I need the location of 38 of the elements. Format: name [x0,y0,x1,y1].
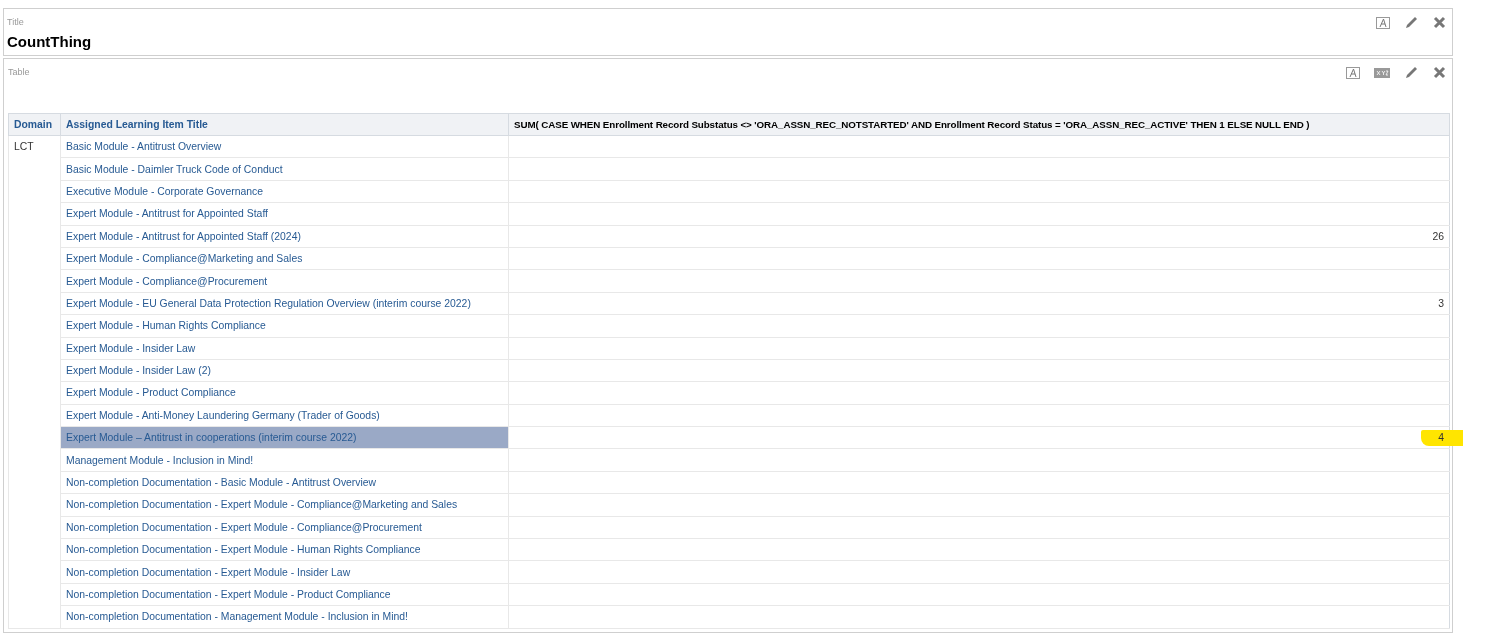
table-cell[interactable]: Expert Module - Product Compliance [60,381,509,405]
table-cell[interactable]: Expert Module - Compliance@Marketing and Sales [60,247,509,270]
table-cell[interactable]: Expert Module - Antitrust for Appointed Staff [60,202,509,226]
table-cell[interactable]: Non-completion Documentation - Expert Module - Human Rights Compliance [60,538,509,561]
table-cell[interactable]: Expert Module - Anti-Money Laundering Germany (Trader of Goods) [60,404,509,427]
panel-label: Table [8,66,30,77]
table-cell[interactable]: Expert Module - Insider Law (2) [60,359,509,382]
table-cell: LCT [8,135,61,629]
text-format-icon[interactable] [1346,66,1360,79]
table-cell[interactable]: Non-completion Documentation - Expert Module - Insider Law [60,560,509,584]
report-title: CountThing [6,32,93,50]
close-icon[interactable] [1433,66,1446,79]
text-format-icon[interactable] [1376,16,1390,29]
table-cell[interactable]: Executive Module - Corporate Governance [60,180,509,203]
pencil-icon[interactable] [1404,15,1419,30]
table-cell[interactable]: Expert Module - Human Rights Compliance [60,314,509,337]
column-header[interactable]: Domain [8,113,61,136]
table-cell[interactable]: Basic Module - Daimler Truck Code of Conduct [60,157,509,181]
table-cell[interactable]: Expert Module - Antitrust for Appointed Staff (2024) [60,225,509,248]
table-cell[interactable]: Expert Module - EU General Data Protection Regulation Overview (interim course 2022) [60,292,509,315]
table-cell[interactable]: Non-completion Documentation - Expert Module - Product Compliance [60,583,509,606]
table-cell[interactable]: Management Module - Inclusion in Mind! [60,448,509,472]
pencil-icon[interactable] [1404,65,1419,80]
table-cell[interactable]: Non-completion Documentation - Expert Module - Compliance@Procurement [60,516,509,539]
table-cell[interactable]: Non-completion Documentation - Basic Module - Antitrust Overview [60,471,509,494]
table-cell[interactable]: Non-completion Documentation - Management Module - Inclusion in Mind! [60,605,509,629]
table-cell[interactable]: Basic Module - Antitrust Overview [60,135,509,158]
table-cell: 3 [508,292,1450,315]
format-icon[interactable] [1374,67,1390,78]
table-cell: 4 [508,426,1450,449]
column-header[interactable]: Assigned Learning Item Title [60,113,509,136]
panel-label: Title [6,16,24,27]
table-cell: 26 [508,225,1450,248]
table-cell[interactable]: Expert Module - Insider Law [60,337,509,360]
close-icon[interactable] [1433,16,1446,29]
column-header[interactable]: SUM( CASE WHEN Enrollment Record Substatus <> 'ORA_ASSN_REC_NOTSTARTED' AND Enrollment Record Status = 'ORA_ASSN_REC_ACTIVE' THEN 1 ELSE NULL END ) [508,113,1450,136]
table-cell[interactable]: Non-completion Documentation - Expert Module - Compliance@Marketing and Sales [60,493,509,517]
table-cell[interactable]: Expert Module - Compliance@Procurement [60,269,509,293]
